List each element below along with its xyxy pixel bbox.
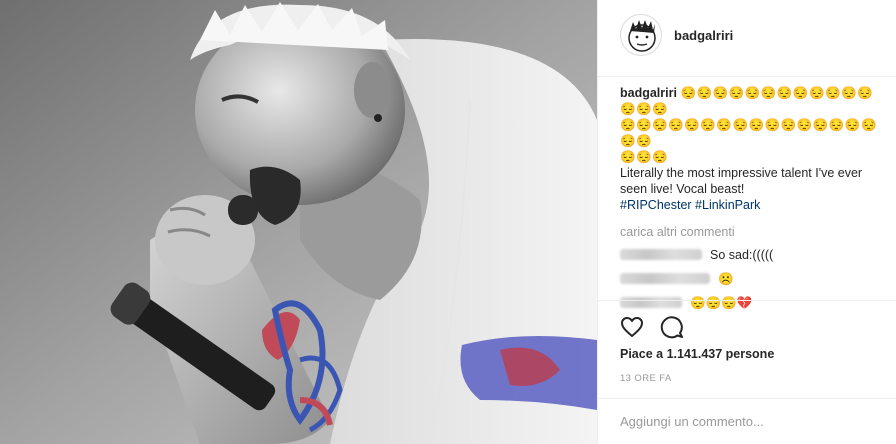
comment-text: ☹️ (718, 271, 734, 286)
caption-emojis-line3: 😔😔😔 (620, 150, 669, 164)
blurred-username[interactable] (620, 273, 710, 284)
post-timestamp: 13 ORE FA (620, 373, 672, 384)
singer-photo-illustration (0, 0, 597, 444)
comment-text: So sad:((((( (710, 247, 774, 262)
comment-input[interactable] (620, 409, 882, 433)
post-actions: Piace a 1.141.437 persone 13 ORE FA (598, 300, 896, 384)
add-comment-bar (598, 398, 896, 444)
comment-item: 😔😔😔💔 (620, 293, 888, 312)
post-header: badgalriri (598, 0, 896, 77)
cartoon-face-icon (628, 20, 656, 52)
likes-count[interactable]: Piace a 1.141.437 persone (620, 347, 774, 361)
comment-item: ☹️ (620, 269, 888, 288)
caption: badgalriri 😔😔😔😔😔😔😔😔😔😔😔😔😔😔😔 😔😔😔😔😔😔😔😔😔😔😔😔😔… (620, 85, 888, 213)
post-side-panel: badgalriri badgalriri 😔😔😔😔😔😔😔😔😔😔😔😔😔😔😔 😔😔… (597, 0, 896, 444)
load-more-comments-link[interactable]: carica altri commenti (620, 224, 888, 240)
post-photo[interactable] (0, 0, 597, 444)
heart-icon[interactable] (620, 315, 644, 339)
instagram-post: badgalriri badgalriri 😔😔😔😔😔😔😔😔😔😔😔😔😔😔😔 😔😔… (0, 0, 896, 444)
caption-username[interactable]: badgalriri (620, 86, 677, 100)
comment-bubble-icon[interactable] (660, 315, 684, 339)
caption-emojis-line2: 😔😔😔😔😔😔😔😔😔😔😔😔😔😔😔😔😔😔 (620, 118, 878, 148)
comment-text: 😔😔😔💔 (690, 295, 753, 310)
caption-text: Literally the most impressive talent I'v… (620, 166, 863, 196)
blurred-username[interactable] (620, 297, 682, 308)
avatar[interactable] (620, 14, 662, 56)
header-username[interactable]: badgalriri (674, 28, 733, 43)
comment-item: So sad:((((( (620, 245, 888, 264)
hashtag-ripchester[interactable]: #RIPChester (620, 198, 692, 212)
comments-list: badgalriri 😔😔😔😔😔😔😔😔😔😔😔😔😔😔😔 😔😔😔😔😔😔😔😔😔😔😔😔😔… (620, 85, 888, 312)
blurred-username[interactable] (620, 249, 702, 260)
action-icons (620, 315, 684, 339)
hashtag-linkinpark[interactable]: #LinkinPark (695, 198, 760, 212)
